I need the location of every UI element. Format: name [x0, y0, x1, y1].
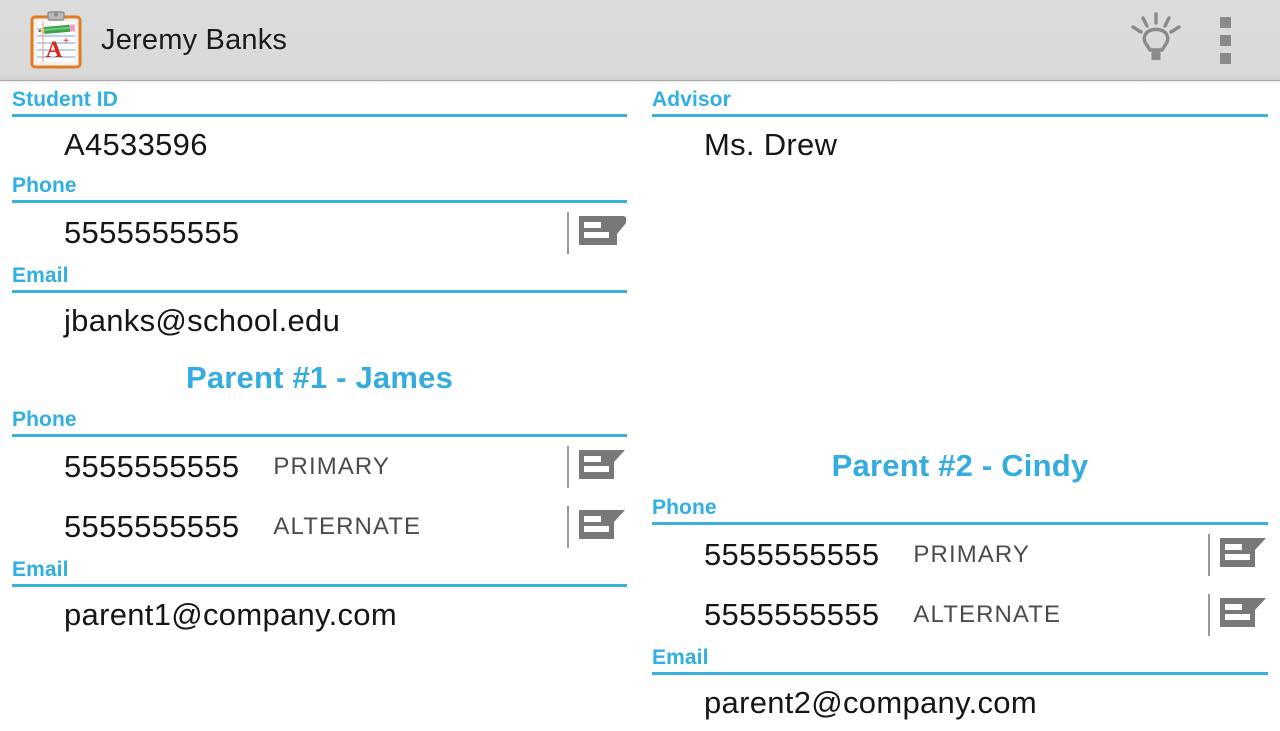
parent2-email-label: Email [652, 645, 1268, 675]
message-icon [1220, 536, 1268, 575]
phone-number: 5555555555 [64, 449, 240, 484]
parent2-phone-row-alternate: 5555555555 ALTERNATE [652, 585, 1268, 645]
phone-number: 5555555555 [704, 597, 880, 632]
phone-kind: ALTERNATE [273, 513, 422, 540]
divider [1208, 534, 1210, 576]
phone-kind: PRIMARY [913, 541, 1031, 568]
two-column-layout: Student ID A4533596 Phone 5555555555 Ema… [0, 87, 1280, 731]
phone-kind: ALTERNATE [913, 601, 1062, 628]
divider [567, 446, 569, 488]
right-column-filler [652, 173, 1268, 437]
student-email-label: Email [12, 263, 627, 293]
parent1-phone-label: Phone [12, 407, 627, 437]
overflow-menu-icon [1219, 16, 1231, 64]
message-icon [579, 214, 627, 253]
parent2-alternate-message-button[interactable] [1208, 591, 1268, 639]
student-phone-label: Phone [12, 173, 627, 203]
student-phone-value: 5555555555 [64, 215, 240, 250]
parent2-email-value: parent2@company.com [704, 685, 1037, 720]
overflow-menu-button[interactable] [1194, 0, 1256, 81]
clipboard-grade-icon: A + [28, 11, 84, 69]
student-id-value: A4533596 [64, 127, 208, 162]
left-column: Student ID A4533596 Phone 5555555555 Ema… [0, 87, 640, 731]
svg-text:A: A [46, 37, 63, 62]
advisor-label: Advisor [652, 87, 1268, 117]
advisor-value: Ms. Drew [704, 127, 838, 162]
parent1-primary-message-button[interactable] [567, 443, 627, 491]
lightbulb-icon [1128, 11, 1184, 69]
parent2-primary-message-button[interactable] [1208, 531, 1268, 579]
divider [567, 212, 569, 254]
phone-number: 5555555555 [64, 509, 240, 544]
page-title: Jeremy Banks [101, 23, 288, 56]
student-detail-content: Student ID A4533596 Phone 5555555555 Ema… [0, 81, 1280, 720]
right-column: Advisor Ms. Drew Parent #2 - Cindy Phone… [640, 87, 1280, 731]
phone-kind: PRIMARY [273, 453, 391, 480]
message-icon [579, 508, 627, 547]
parent2-heading: Parent #2 - Cindy [831, 448, 1089, 483]
phone-number: 5555555555 [704, 537, 880, 572]
parent1-email-value: parent1@company.com [64, 597, 397, 632]
student-phone-row: 5555555555 [12, 203, 627, 263]
parent1-email-label: Email [12, 557, 627, 587]
student-message-button[interactable] [567, 209, 627, 257]
parent1-phone-row-alternate: 5555555555 ALTERNATE [12, 497, 627, 557]
parent2-phone-label: Phone [652, 495, 1268, 525]
message-icon [579, 448, 627, 487]
parent1-phone-row-primary: 5555555555 PRIMARY [12, 437, 627, 497]
parent1-alternate-message-button[interactable] [567, 503, 627, 551]
hint-button[interactable] [1118, 0, 1194, 81]
student-id-label: Student ID [12, 87, 627, 117]
parent2-phone-row-primary: 5555555555 PRIMARY [652, 525, 1268, 585]
divider [567, 506, 569, 548]
message-icon [1220, 596, 1268, 635]
parent1-heading: Parent #1 - James [185, 360, 454, 395]
action-bar: A + Jeremy Banks [0, 0, 1280, 84]
student-email-value: jbanks@school.edu [64, 303, 341, 338]
svg-text:+: + [63, 35, 69, 47]
divider [1208, 594, 1210, 636]
